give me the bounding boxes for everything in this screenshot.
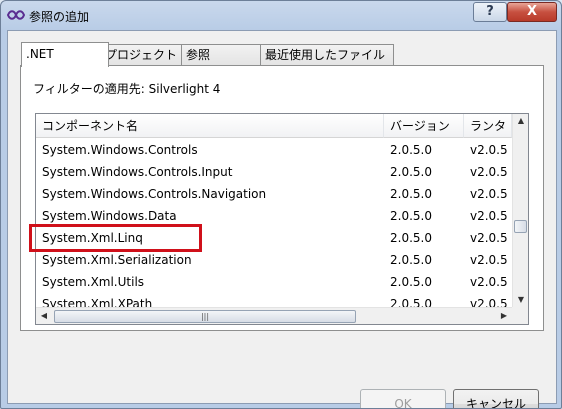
tab-dotnet[interactable]: .NET bbox=[21, 42, 109, 67]
scroll-down-arrow-icon[interactable]: ▼ bbox=[513, 293, 528, 307]
list-item[interactable]: System.Xml.Utils 2.0.5.0 v2.0.5 bbox=[36, 271, 512, 293]
horizontal-scrollbar[interactable]: ◀ ||| ▶ bbox=[36, 307, 512, 324]
component-runtime: v2.0.5 bbox=[470, 165, 508, 179]
list-item[interactable]: System.Xml.Serialization 2.0.5.0 v2.0.5 bbox=[36, 249, 512, 271]
component-version: 2.0.5.0 bbox=[390, 165, 432, 179]
component-runtime: v2.0.5 bbox=[470, 231, 508, 245]
close-button[interactable]: X bbox=[507, 2, 557, 22]
horizontal-scroll-thumb[interactable]: ||| bbox=[54, 310, 356, 323]
list-item[interactable]: System.Windows.Controls.Navigation 2.0.5… bbox=[36, 183, 512, 205]
component-name: System.Xml.Serialization bbox=[42, 253, 192, 267]
tab-recent[interactable]: 最近使用したファイル bbox=[260, 44, 394, 65]
component-name: System.Windows.Controls bbox=[42, 143, 198, 157]
scroll-up-arrow-icon[interactable]: ▲ bbox=[513, 114, 528, 128]
ok-button[interactable]: OK bbox=[360, 389, 446, 408]
scroll-right-arrow-icon[interactable]: ▶ bbox=[496, 309, 512, 323]
tab-browse[interactable]: 参照 bbox=[181, 44, 268, 65]
scroll-left-arrow-icon[interactable]: ◀ bbox=[36, 309, 52, 323]
component-name: System.Windows.Controls.Input bbox=[42, 165, 233, 179]
list-item[interactable]: System.Windows.Controls.Input 2.0.5.0 v2… bbox=[36, 161, 512, 183]
component-runtime: v2.0.5 bbox=[470, 143, 508, 157]
highlight-annotation bbox=[29, 224, 202, 252]
component-version: 2.0.5.0 bbox=[390, 253, 432, 267]
vertical-scroll-thumb[interactable] bbox=[514, 220, 527, 233]
help-button[interactable]: ? bbox=[473, 2, 507, 22]
tab-projects[interactable]: プロジェクト bbox=[100, 44, 189, 65]
component-version: 2.0.5.0 bbox=[390, 275, 432, 289]
filter-label: フィルターの適用先: Silverlight 4 bbox=[33, 82, 221, 96]
add-reference-dialog: 参照の追加 ? X .NET プロジェクト 参照 最近使用したファイル フィルタ… bbox=[0, 0, 562, 409]
component-version: 2.0.5.0 bbox=[390, 231, 432, 245]
component-name: System.Windows.Controls.Navigation bbox=[42, 187, 267, 201]
component-version: 2.0.5.0 bbox=[390, 209, 432, 223]
list-item[interactable]: System.Windows.Controls 2.0.5.0 v2.0.5 bbox=[36, 139, 512, 161]
column-header-component-name[interactable]: コンポーネント名 bbox=[36, 114, 384, 138]
cancel-button[interactable]: キャンセル bbox=[453, 389, 539, 408]
component-runtime: v2.0.5 bbox=[470, 209, 508, 223]
component-runtime: v2.0.5 bbox=[470, 187, 508, 201]
window-title: 参照の追加 bbox=[29, 10, 90, 24]
column-header-version[interactable]: バージョン bbox=[384, 114, 464, 138]
title-bar[interactable]: 参照の追加 ? X bbox=[1, 1, 561, 31]
component-version: 2.0.5.0 bbox=[390, 187, 432, 201]
component-version: 2.0.5.0 bbox=[390, 143, 432, 157]
tab-panel: フィルターの適用先: Silverlight 4 コンポーネント名 バージョン … bbox=[20, 65, 544, 331]
component-runtime: v2.0.5 bbox=[470, 253, 508, 267]
scrollbar-corner bbox=[512, 307, 528, 324]
component-list[interactable]: コンポーネント名 バージョン ランタ System.Windows.Contro… bbox=[35, 113, 529, 325]
visual-studio-icon bbox=[7, 10, 25, 20]
dialog-body: .NET プロジェクト 参照 最近使用したファイル フィルターの適用先: Sil… bbox=[7, 30, 557, 408]
vertical-scrollbar[interactable]: ▲ ▼ bbox=[512, 114, 528, 307]
component-name: System.Xml.Utils bbox=[42, 275, 145, 289]
column-header-runtime[interactable]: ランタ bbox=[464, 114, 512, 138]
component-runtime: v2.0.5 bbox=[470, 275, 508, 289]
